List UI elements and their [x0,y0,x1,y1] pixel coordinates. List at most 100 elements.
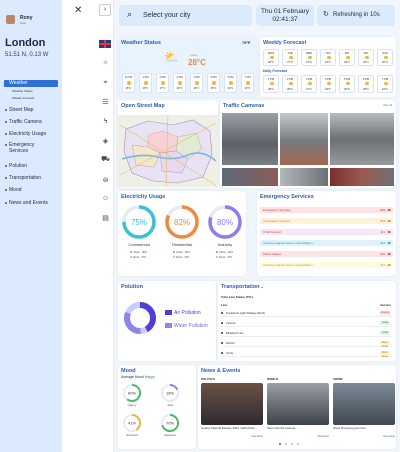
close-icon[interactable]: ✕ [74,5,82,16]
weekly-forecast-title: Weekly Forecast [263,40,307,46]
emergency-row-number: 999 [379,208,385,212]
nav-traffic-camera[interactable]: Traffic Camera [5,118,57,125]
map-pin-icon[interactable]: ⌖ [100,77,111,88]
nav-news[interactable]: News and Events [5,199,57,206]
camera-feed-1[interactable] [222,113,278,165]
news-image[interactable] [267,383,329,425]
forecast-day-tile: FRI 28°C [339,49,355,66]
nav-emergency[interactable]: Emergency Services [5,142,57,158]
news-card[interactable]: WORLD Storm hits the coast as ... View Her… [267,377,329,441]
camera-feed-6[interactable] [330,168,394,186]
sun-icon [246,81,250,85]
refresh-panel[interactable]: ↻ Refreshing in 10s [317,5,395,26]
news-card[interactable]: CRIME Greta Thunberg goes from ... View He… [333,377,395,441]
hour-label: 1 PM [142,76,149,79]
emergency-row[interactable]: Violence against women and children 444 ☎ [260,240,393,246]
forecast-day-tile: SAT 29°C [358,49,374,66]
hour-tile: 1 PM 28°C [139,73,152,93]
air-pollution-swatch [165,310,172,315]
city-search[interactable]: ⌕ Select your city [119,5,252,26]
sun-icon [229,81,233,85]
tube-line-row: Victoria Good [221,319,393,327]
gauge-legend: Rural - 70% [133,256,147,259]
tube-line-status: Good [380,321,390,325]
smile-icon[interactable]: ☺ [100,193,111,204]
tube-line-name: Victoria [226,321,236,325]
hour-label: 7 PM [244,76,251,79]
nav-transportation[interactable]: Transportation [5,174,57,181]
hour-temp: 25°C [210,87,217,90]
phone-icon[interactable]: ☎ [387,229,391,235]
camera-feed-5[interactable] [280,168,328,186]
tube-line-status: Minor Delay [380,341,390,348]
transport-icon[interactable]: ⊜ [100,174,111,185]
forecast-hour-label: 3 PM [305,78,313,81]
camera-feed-3[interactable] [330,113,394,165]
camera-feed-2[interactable] [280,113,328,165]
newspaper-icon[interactable]: ▤ [100,212,111,223]
news-card[interactable]: POLITICS London Mayoral Election 2024: Sa… [201,377,263,441]
weather-icon [308,56,312,59]
traffic-cameras-title: Traffic Cameras [223,103,265,109]
nav-mood[interactable]: Mood [5,186,57,193]
hour-tile: 3 PM 26°C [173,73,186,93]
nav-weather-status[interactable]: Weather Status [12,89,33,93]
london-map[interactable] [118,115,218,187]
line-bullet [221,312,223,314]
emergency-row[interactable]: Child Support 111 ☎ [260,229,393,235]
camera-feed-4[interactable] [222,168,278,186]
forecast-day-label: MON [267,52,275,55]
forecast-day-label: SAT [363,52,369,55]
nav-polution[interactable]: Polution [5,162,57,169]
news-view-link[interactable]: View Here [383,435,395,438]
tube-line-status: Minor Delay [380,351,390,358]
view-all-link[interactable]: View All [383,104,392,107]
emergency-row[interactable]: Information Services 333 ☎ [260,218,393,224]
emergency-row[interactable]: Emergency Services 999 ☎ [260,207,393,213]
transportation-title[interactable]: Transportation [221,284,260,290]
phone-icon[interactable]: ☎ [387,218,391,224]
street-map-title: Open Street Map [121,103,165,109]
phone-icon[interactable]: ☎ [387,262,391,268]
average-mood-value: Happy [144,375,155,379]
nav-weather-active[interactable]: Weather [4,80,58,87]
news-caption: London Mayoral Election 2024: Sadiq Khan… [201,426,258,430]
news-view-link[interactable]: View Here [251,435,263,438]
forecast-hour-label: 1 PM [267,78,275,81]
forecast-hour-tile: 1 PM 28°C [263,75,279,93]
mood-value: 18% [166,391,174,396]
carousel-dots[interactable] [279,443,315,446]
lightning-icon[interactable]: ϟ [100,116,111,127]
phone-icon[interactable]: ☎ [387,240,391,246]
emergency-row[interactable]: Violence against women and children 444 ☎ [260,262,393,268]
chevron-down-icon[interactable]: ⌄ [260,284,264,290]
polution-card: Polution Air Pollution Water Pollution [118,281,216,361]
phone-icon[interactable]: ☎ [387,207,391,213]
sun-icon[interactable]: ☼ [100,57,111,68]
nav-street-map[interactable]: Street Map [5,106,57,113]
forecast-day-temp: 28°C [268,61,274,64]
weather-icon [384,56,388,59]
car-icon[interactable]: ⛟ [100,154,111,165]
database-icon[interactable]: ☰ [100,96,111,107]
search-input[interactable]: Select your city [143,12,190,19]
emergency-row-number: 333 [379,219,385,223]
forecast-hour-temp: 26°C [344,88,350,91]
emergency-row[interactable]: Police Station 200 ☎ [260,251,393,257]
expand-sidebar-button[interactable]: › [99,4,111,16]
shield-icon[interactable]: ◈ [100,135,111,146]
nav-electricity[interactable]: Electricity Usage [5,130,57,137]
nav-weekly-forecast[interactable]: Weekly Forecast [12,96,34,100]
news-image[interactable] [201,383,263,425]
street-map-card: Open Street Map [118,100,218,188]
forecast-day-tile: MON 28°C [263,49,279,66]
forecast-hour-label: 5 PM [343,78,351,81]
tube-line-row: Docklands Light Railway (DLR) Closure [221,309,393,317]
news-image[interactable] [333,383,395,425]
news-caption: Greta Thunberg goes from ... [333,426,370,430]
phone-icon[interactable]: ☎ [387,251,391,257]
forecast-day-temp: 30°C [382,61,388,64]
news-view-link[interactable]: View Here [317,435,329,438]
forecast-hour-tile: 3 PM 27°C [301,75,317,93]
weather-status-card: Weather Status ⛅ Clear 28°C 79°F 12 PM 28… [118,37,258,97]
